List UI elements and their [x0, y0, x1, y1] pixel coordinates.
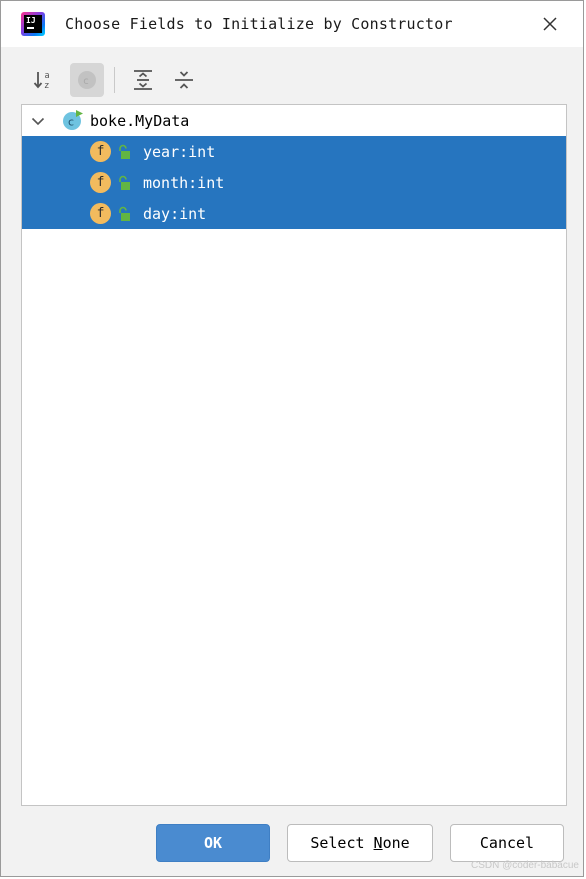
close-button[interactable] — [539, 13, 561, 35]
field-icon: f — [90, 141, 111, 162]
svg-text:z: z — [45, 81, 50, 91]
collapse-all-button[interactable] — [167, 63, 201, 97]
unlocked-lock-icon — [119, 144, 130, 159]
ok-button[interactable]: OK — [156, 824, 270, 862]
select-none-mnemonic: N — [373, 834, 383, 852]
svg-text:a: a — [45, 71, 50, 81]
svg-text:c: c — [68, 116, 74, 129]
field-row-month[interactable]: f month:int — [22, 167, 566, 198]
field-label: year:int — [143, 143, 216, 161]
class-name-label: boke.MyData — [90, 112, 190, 130]
show-classes-icon: c — [78, 71, 96, 89]
tree-root-row[interactable]: c boke.MyData — [22, 105, 566, 136]
toolbar-separator — [114, 67, 115, 93]
dialog-title: Choose Fields to Initialize by Construct… — [65, 15, 453, 33]
class-icon: c — [63, 110, 83, 130]
svg-text:c: c — [83, 76, 89, 87]
field-icon: f — [90, 203, 111, 224]
field-label: day:int — [143, 205, 207, 223]
select-none-button[interactable]: Select None — [287, 824, 433, 862]
fields-tree[interactable]: c boke.MyData f year:int f month:int f d… — [21, 104, 567, 806]
field-row-year[interactable]: f year:int — [22, 136, 566, 167]
chevron-down-icon[interactable] — [31, 114, 45, 128]
constructor-fields-dialog: IJ Choose Fields to Initialize by Constr… — [0, 0, 584, 877]
intellij-app-icon: IJ — [21, 12, 45, 36]
expand-all-icon — [134, 70, 152, 90]
show-classes-button[interactable]: c — [70, 63, 104, 97]
collapse-all-icon — [175, 71, 193, 89]
sort-alphabetically-button[interactable]: a z — [27, 63, 61, 97]
watermark-text: CSDN @coder-babacue — [471, 860, 579, 871]
field-icon: f — [90, 172, 111, 193]
select-none-label-prefix: Select — [310, 834, 374, 852]
toolbar: a z c — [21, 61, 567, 101]
field-row-day[interactable]: f day:int — [22, 198, 566, 229]
select-none-label-suffix: one — [382, 834, 410, 852]
expand-all-button[interactable] — [126, 63, 160, 97]
unlocked-lock-icon — [119, 206, 130, 221]
field-label: month:int — [143, 174, 225, 192]
unlocked-lock-icon — [119, 175, 130, 190]
close-icon — [543, 17, 557, 31]
sort-alphabetically-icon: a z — [33, 71, 50, 91]
cancel-button[interactable]: Cancel — [450, 824, 564, 862]
title-bar[interactable]: IJ Choose Fields to Initialize by Constr… — [1, 1, 583, 47]
